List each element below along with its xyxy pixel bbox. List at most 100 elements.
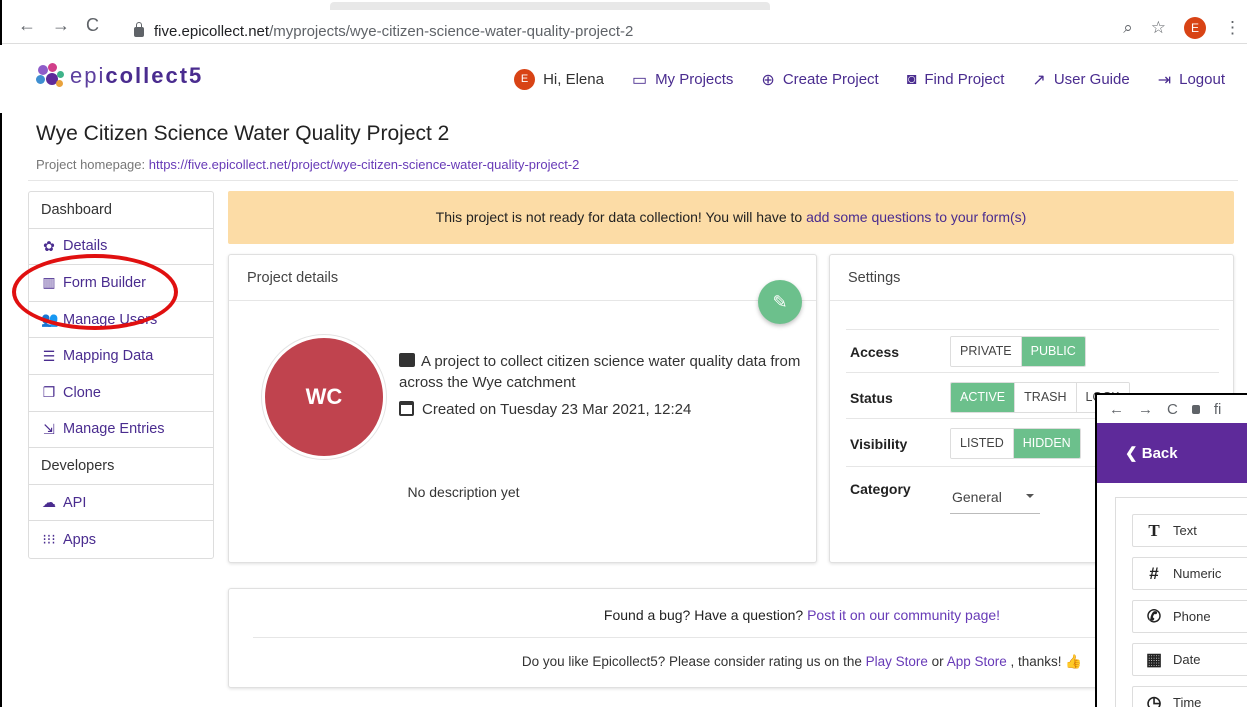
app-store-link[interactable]: App Store <box>947 654 1007 669</box>
sidebar-item-api[interactable]: ☁ API <box>29 485 213 522</box>
greeting-text: Hi, Elena <box>543 71 604 88</box>
homepage-link[interactable]: https://five.epicollect.net/project/wye-… <box>149 157 580 172</box>
thumbs-up-icon: 👍 <box>1065 654 1083 669</box>
sidebar-item-apps[interactable]: ⁝⁝⁝ Apps <box>29 521 213 558</box>
app-header: epicollect5 E Hi, Elena ▭ My Projects ⊕ … <box>0 45 1247 113</box>
category-select[interactable]: General <box>950 485 1040 514</box>
question-type-phone[interactable]: ✆ Phone <box>1132 600 1247 633</box>
question-type-label: Date <box>1173 652 1201 667</box>
url-host: five.epicollect.net <box>154 23 270 40</box>
visibility-listed-button[interactable]: LISTED <box>951 429 1014 458</box>
logo-text: epicollect5 <box>70 63 203 89</box>
thanks-text: , thanks! <box>1010 654 1062 669</box>
footer-question: Found a bug? Have a question? Post it on… <box>229 607 1235 623</box>
status-active-button[interactable]: ACTIVE <box>951 383 1016 412</box>
sidebar-heading-developers: Developers <box>29 448 213 485</box>
page-title: Wye Citizen Science Water Quality Projec… <box>36 122 450 145</box>
status-trash-button[interactable]: TRASH <box>1015 383 1077 412</box>
footer-card: Found a bug? Have a question? Post it on… <box>228 588 1234 688</box>
project-avatar: WC <box>262 335 386 459</box>
play-store-link[interactable]: Play Store <box>866 654 928 669</box>
back-label: Back <box>1141 445 1178 462</box>
sidebar-item-label: Clone <box>63 384 101 401</box>
rate-text: Do you like Epicollect5? Please consider… <box>521 654 862 669</box>
card-title: Settings <box>830 255 1233 301</box>
question-type-numeric[interactable]: # Numeric <box>1132 557 1247 590</box>
footer-rating: Do you like Epicollect5? Please consider… <box>229 654 1235 670</box>
community-link[interactable]: Post it on our community page! <box>807 607 1000 623</box>
nav-logout-label: Logout <box>1179 71 1225 88</box>
hash-icon: # <box>1149 563 1159 583</box>
no-description-text: No description yet <box>407 484 520 500</box>
access-public-button[interactable]: PUBLIC <box>1021 337 1085 366</box>
nav-logout[interactable]: ⇥ Logout <box>1158 70 1225 90</box>
nav-create-project[interactable]: ⊕ Create Project <box>761 70 878 90</box>
browser-profile-avatar[interactable]: E <box>1184 17 1206 39</box>
project-description: A project to collect citizen science wat… <box>399 351 809 393</box>
forward-arrow-icon: → <box>1138 400 1153 418</box>
project-homepage: Project homepage: https://five.epicollec… <box>36 157 579 172</box>
browser-tab[interactable] <box>330 2 770 10</box>
sidebar-item-manage-entries[interactable]: ⇲ Manage Entries <box>29 412 213 449</box>
clock-icon: ◷ <box>1146 692 1162 707</box>
back-arrow-icon[interactable]: ← <box>18 16 36 34</box>
question-type-time[interactable]: ◷ Time <box>1132 686 1247 707</box>
visibility-toggle: LISTED HIDDEN <box>950 428 1081 459</box>
project-created: Created on Tuesday 23 Mar 2021, 12:24 <box>399 401 691 418</box>
browser-toolbar: ← → C five.epicollect.net/myprojects/wye… <box>0 0 1247 44</box>
logo[interactable]: epicollect5 <box>36 63 203 89</box>
chevron-left-icon: ❮ <box>1125 445 1142 462</box>
access-toggle: PRIVATE PUBLIC <box>950 336 1086 367</box>
back-arrow-icon: ← <box>1109 400 1124 418</box>
nav-user-guide-label: User Guide <box>1053 71 1130 88</box>
nav-user-guide[interactable]: ↗ User Guide <box>1032 70 1129 90</box>
reload-icon: C <box>1167 400 1178 418</box>
find-icon: ◙ <box>906 70 917 88</box>
apps-icon: ⁝⁝⁝ <box>42 531 56 548</box>
sidebar-item-mapping-data[interactable]: ☰ Mapping Data <box>29 338 213 375</box>
question-text: Found a bug? Have a question? <box>603 607 804 623</box>
nav-find-project[interactable]: ◙ Find Project <box>907 71 1005 89</box>
sidebar-item-label: Details <box>63 238 108 255</box>
zoom-icon[interactable]: ⌕ <box>1123 18 1133 38</box>
warning-link[interactable]: add some questions to your form(s) <box>806 209 1026 225</box>
overlay-url: fi <box>1213 400 1222 418</box>
browser-actions: ⌕ ☆ E ⋮ <box>1123 16 1247 40</box>
gear-icon: ✿ <box>43 237 55 254</box>
user-greeting: E Hi, Elena <box>514 69 604 90</box>
created-text: Created on Tuesday 23 Mar 2021, 12:24 <box>422 401 692 418</box>
list-icon: ☰ <box>42 347 56 364</box>
question-type-label: Text <box>1173 523 1197 538</box>
question-type-text[interactable]: T Text <box>1132 514 1247 547</box>
cloud-icon: ☁ <box>42 494 56 511</box>
divider <box>28 180 1238 181</box>
access-row: Access PRIVATE PUBLIC <box>850 336 1220 367</box>
sidebar-item-label: Manage Entries <box>63 421 165 438</box>
question-type-date[interactable]: ▦ Date <box>1132 643 1247 676</box>
entries-icon: ⇲ <box>43 420 55 437</box>
warning-banner: This project is not ready for data colle… <box>228 191 1234 244</box>
pencil-icon: ✎ <box>772 291 788 312</box>
folder-icon: ▭ <box>631 71 648 89</box>
project-details-card: Project details ✎ WC A project to collec… <box>228 254 817 563</box>
back-button[interactable]: ❮ Back <box>1125 444 1178 462</box>
lock-icon[interactable] <box>134 22 144 37</box>
visibility-hidden-button[interactable]: HIDDEN <box>1013 429 1080 458</box>
forward-arrow-icon[interactable]: → <box>52 16 70 34</box>
edit-button[interactable]: ✎ <box>758 280 802 324</box>
star-icon[interactable]: ☆ <box>1151 18 1166 38</box>
menu-dots-icon[interactable]: ⋮ <box>1224 18 1241 38</box>
address-bar[interactable]: five.epicollect.net/myprojects/wye-citiz… <box>120 18 1180 46</box>
phone-icon: ✆ <box>1146 606 1162 626</box>
nav-my-projects[interactable]: ▭ My Projects <box>632 70 733 90</box>
sidebar-heading-dashboard: Dashboard <box>29 192 213 229</box>
sidebar-item-label: Apps <box>63 531 97 548</box>
sidebar-item-clone[interactable]: ❐ Clone <box>29 375 213 412</box>
access-private-button[interactable]: PRIVATE <box>951 337 1022 366</box>
highlight-ellipse <box>12 254 178 330</box>
reload-icon[interactable]: C <box>86 16 99 34</box>
divider <box>253 637 1133 638</box>
calendar-icon <box>399 401 414 416</box>
sidebar-item-label: Mapping Data <box>63 348 154 365</box>
url-path: /myprojects/wye-citizen-science-water-qu… <box>269 23 634 40</box>
